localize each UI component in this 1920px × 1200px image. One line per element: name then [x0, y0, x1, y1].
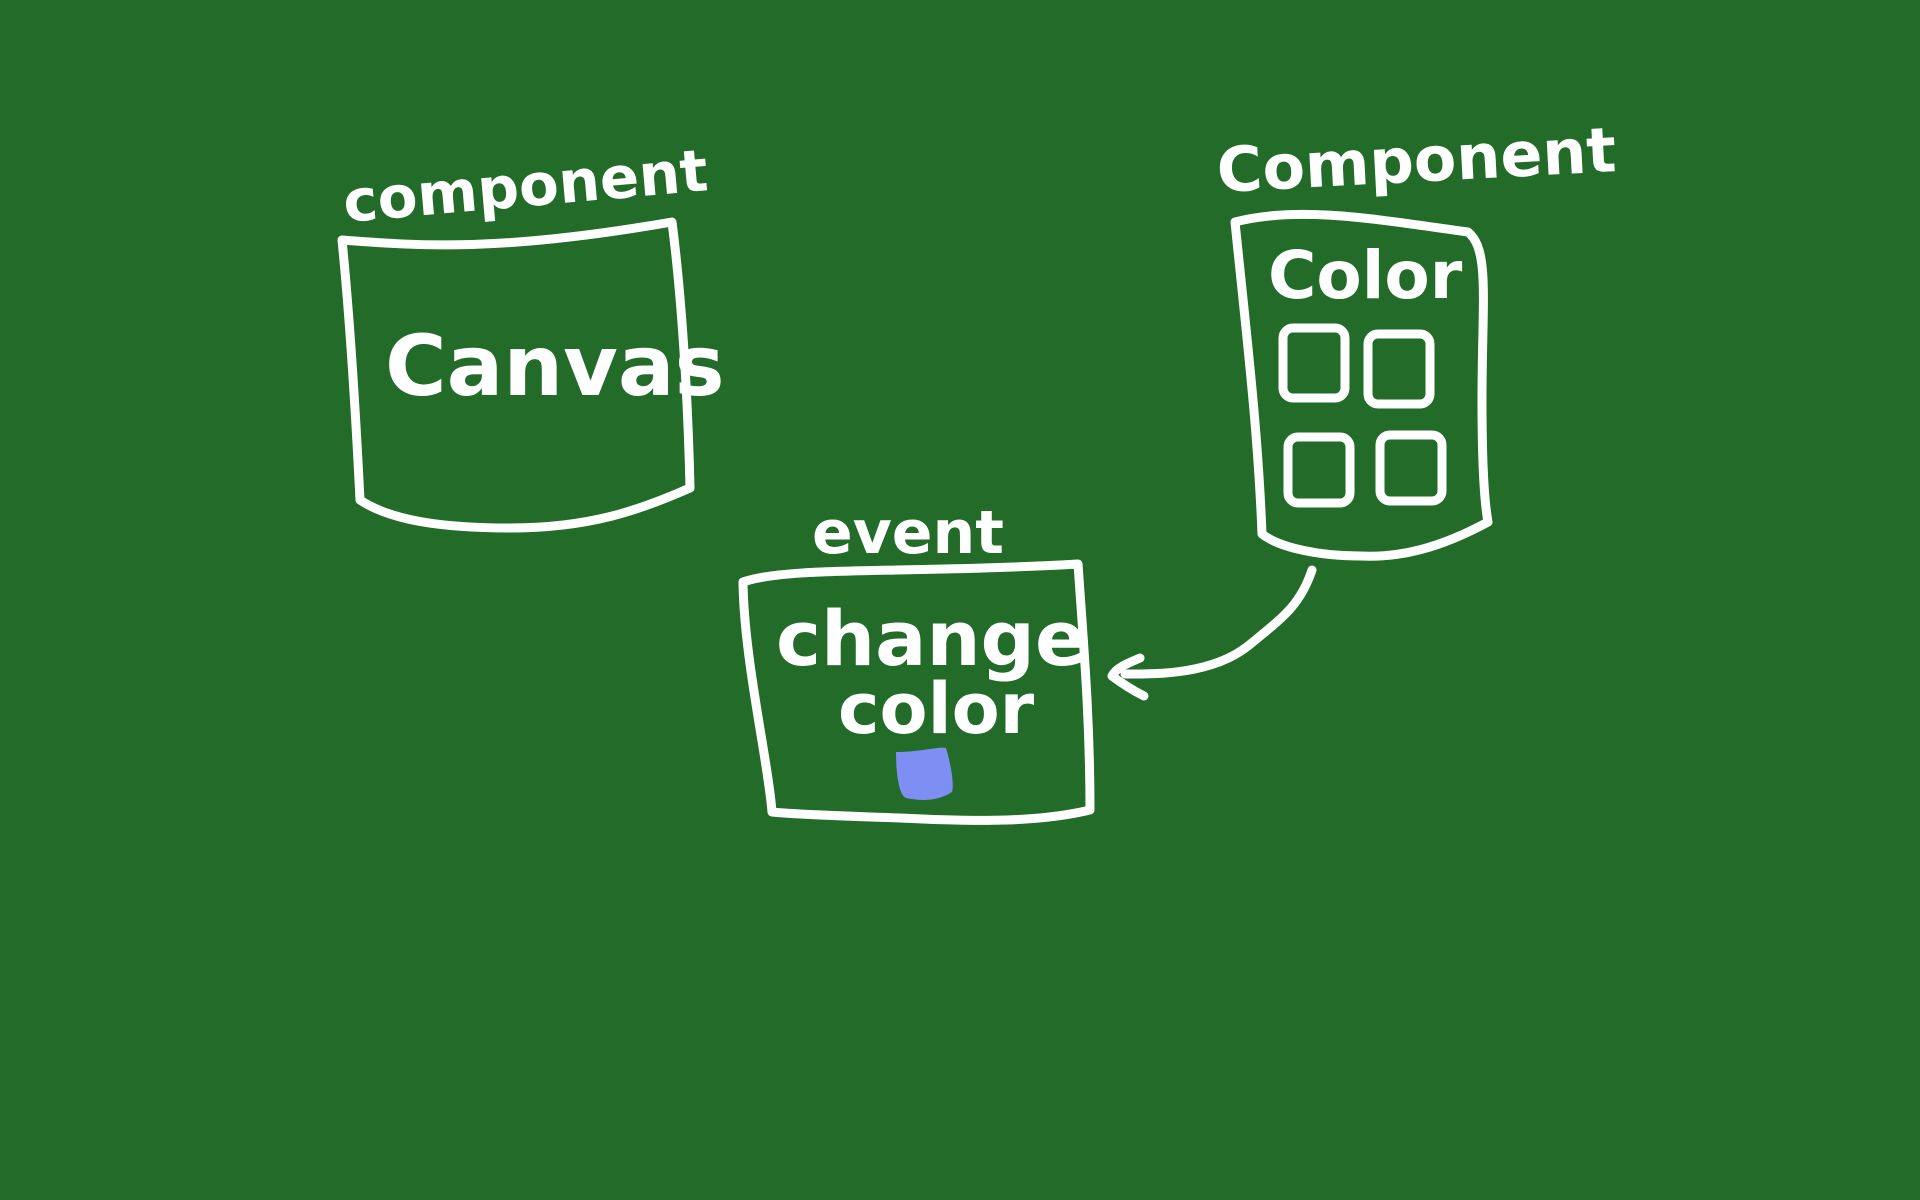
- change-color-event-tag: event: [812, 498, 1004, 568]
- arrow-color-to-event: [1107, 565, 1317, 701]
- color-component-label: Color: [1268, 237, 1463, 314]
- canvas-component-label: Canvas: [385, 317, 725, 415]
- color-component: Component Color: [1215, 113, 1618, 561]
- canvas-component: component Canvas: [337, 136, 725, 533]
- arrow-curve: [1120, 565, 1317, 679]
- color-component-tag: Component: [1215, 113, 1618, 207]
- color-swatch-top-right: [1363, 329, 1435, 409]
- whiteboard: component Canvas Component Color event c…: [337, 113, 1618, 825]
- change-color-event-label-line2: color: [838, 668, 1035, 750]
- color-swatch-bottom-left: [1283, 432, 1355, 508]
- change-color-event: event change color: [738, 498, 1095, 825]
- color-swatch-bottom-right: [1375, 430, 1447, 506]
- color-swatch-sample: [896, 747, 953, 800]
- color-swatch-top-left: [1278, 323, 1350, 403]
